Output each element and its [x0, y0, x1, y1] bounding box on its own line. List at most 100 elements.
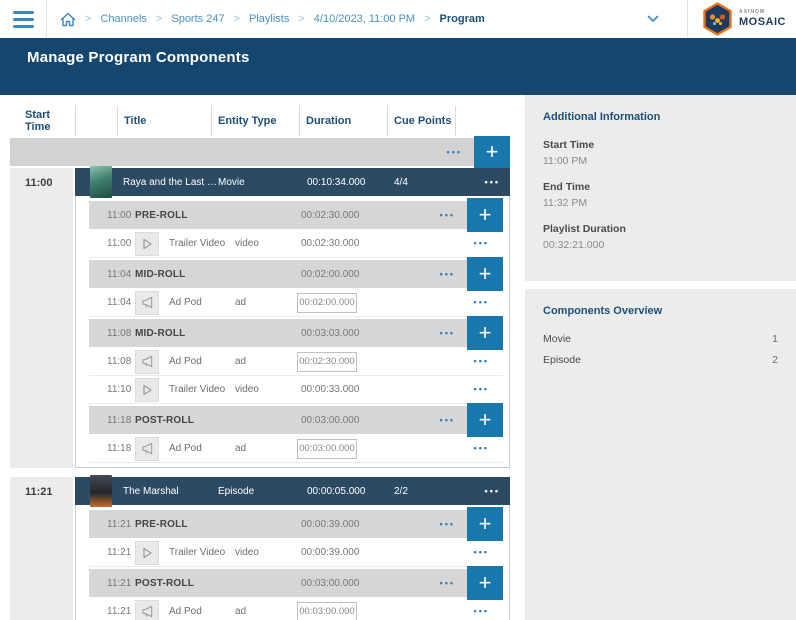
add-component-button[interactable]: + [467, 257, 503, 291]
field-value: 00:32:21.000 [543, 239, 778, 251]
time-label: 11:21 [107, 519, 135, 530]
program-row[interactable]: The MarshalEpisode00:00:05.0002/2••• [75, 477, 510, 505]
components-overview-section: Components Overview Movie1Episode2 [525, 289, 796, 620]
group-more-actions-button[interactable]: ••• [438, 412, 457, 429]
field-label: End Time [543, 181, 778, 193]
add-component-button[interactable]: + [467, 316, 503, 350]
duration-input[interactable] [297, 352, 357, 372]
megaphone-ad-icon [135, 291, 159, 315]
ellipsis-icon: ••• [440, 415, 455, 425]
page-title-bar: Manage Program Components [0, 38, 796, 95]
table-header-row: Start TimeTitleEntity TypeDurationCue Po… [10, 106, 510, 136]
item-more-actions-button[interactable]: ••• [472, 381, 491, 398]
ellipsis-icon: ••• [440, 578, 455, 588]
add-component-button[interactable]: + [467, 507, 503, 541]
group-more-actions-button[interactable]: ••• [438, 516, 457, 533]
item-title: Ad Pod [169, 443, 225, 454]
ellipsis-icon: ••• [440, 210, 455, 220]
time-label: 11:04 [107, 269, 135, 280]
item-duration-cell: 00:00:33.000 [301, 384, 381, 395]
component-item-row[interactable]: 11:18Ad Podad••• [89, 435, 503, 463]
additional-info-section: Additional Information Start Time11:00 P… [525, 95, 796, 281]
component-item-row[interactable]: 11:08Ad Podad••• [89, 348, 503, 376]
breadcrumb-separator: > [424, 13, 430, 25]
item-entity-type: ad [235, 606, 301, 617]
group-more-actions-button[interactable]: ••• [438, 207, 457, 224]
component-group-row[interactable]: 11:08MID-ROLL00:03:03.000•••+ [89, 319, 503, 347]
add-component-button[interactable]: + [467, 403, 503, 437]
component-item-row[interactable]: 11:04Ad Podad••• [89, 289, 503, 317]
component-group-row[interactable]: 11:00PRE-ROLL00:02:30.000•••+ [89, 201, 503, 229]
user-menu-chevron-button[interactable] [619, 15, 687, 23]
item-more-actions-button[interactable]: ••• [472, 544, 491, 561]
breadcrumb-item-4-10-2023-11-00-pm[interactable]: 4/10/2023, 11:00 PM [314, 13, 415, 25]
component-group-row[interactable]: 11:21PRE-ROLL00:00:39.000•••+ [89, 510, 503, 538]
ellipsis-icon: ••• [485, 177, 500, 187]
component-group-row[interactable]: 11:18POST-ROLL00:03:00.000•••+ [89, 406, 503, 434]
duration-input[interactable] [297, 602, 357, 620]
item-more-actions-button[interactable]: ••• [472, 294, 491, 311]
home-link[interactable] [60, 12, 76, 27]
time-label: 11:21 [107, 606, 135, 617]
component-item-row[interactable]: 11:00 Trailer Video video00:02:30.000 ••• [89, 230, 503, 258]
column-header-start-time: Start Time [10, 106, 75, 136]
column-header-title: Title [117, 106, 211, 136]
item-duration-cell: 00:02:30.000 [301, 238, 381, 249]
ellipsis-icon: ••• [485, 486, 500, 496]
playlist-more-actions-button[interactable]: ••• [445, 144, 464, 161]
group-duration: 00:02:00.000 [301, 269, 381, 280]
component-group-row[interactable]: 11:21POST-ROLL00:03:00.000•••+ [89, 569, 503, 597]
info-field: Start Time11:00 PM [543, 139, 778, 167]
time-label: 11:08 [107, 356, 135, 367]
program-more-actions-button[interactable]: ••• [483, 174, 502, 191]
item-more-actions-button[interactable]: ••• [472, 603, 491, 620]
section-heading: Components Overview [543, 305, 778, 317]
breadcrumb-separator: > [85, 13, 91, 25]
item-duration-cell [301, 439, 381, 459]
group-more-actions-button[interactable]: ••• [438, 266, 457, 283]
hamburger-menu-button[interactable] [0, 0, 46, 38]
breadcrumb-item-playlists[interactable]: Playlists [249, 13, 289, 25]
program-title: Raya and the Last Dr... [123, 177, 218, 188]
ellipsis-icon: ••• [440, 269, 455, 279]
component-item-row[interactable]: 11:10Trailer Videovideo00:00:33.000••• [89, 376, 503, 404]
program-entity-type: Movie [218, 177, 307, 188]
item-duration-cell [301, 602, 381, 620]
brand-logo: AXINOM MOSAIC [688, 2, 796, 36]
field-value: 11:32 PM [543, 197, 778, 209]
item-more-actions-button[interactable]: ••• [472, 353, 491, 370]
time-label: 11:00 [107, 238, 135, 249]
component-item-row[interactable]: 11:21 Ad Pod ad ••• [89, 598, 503, 620]
playlist-toolbar-row: ••• + [10, 138, 510, 166]
item-entity-type: video [235, 238, 301, 249]
column-header-entity-type: Entity Type [211, 106, 299, 136]
component-group-row[interactable]: 11:04MID-ROLL00:02:00.000 ••• + [89, 260, 503, 288]
program-group-body: Raya and the Last Dr...Movie00:10:34.000… [75, 168, 510, 468]
breadcrumb-item-channels[interactable]: Channels [100, 13, 146, 25]
item-title: Ad Pod [169, 606, 225, 617]
breadcrumb-item-sports-247[interactable]: Sports 247 [171, 13, 224, 25]
group-more-actions-button[interactable]: ••• [438, 575, 457, 592]
group-label: MID-ROLL [135, 269, 301, 280]
ellipsis-icon: ••• [440, 519, 455, 529]
add-component-button[interactable]: + [467, 566, 503, 600]
item-more-actions-button[interactable]: ••• [472, 440, 491, 457]
program-more-actions-button[interactable]: ••• [483, 483, 502, 500]
chevron-down-icon [647, 15, 659, 23]
item-more-actions-button[interactable]: ••• [472, 235, 491, 252]
hexagon-logo-icon [702, 2, 733, 36]
add-program-button[interactable]: + [474, 136, 510, 168]
item-entity-type: video [235, 384, 301, 395]
group-duration: 00:02:30.000 [301, 210, 381, 221]
component-item-row[interactable]: 11:21Trailer Videovideo00:00:39.000••• [89, 539, 503, 567]
program-group: 11:00 Raya and the Last Dr...Movie00:10:3… [10, 168, 510, 468]
group-more-actions-button[interactable]: ••• [438, 325, 457, 342]
program-row[interactable]: Raya and the Last Dr...Movie00:10:34.000… [75, 168, 510, 196]
field-label: Playlist Duration [543, 223, 778, 235]
item-title: Trailer Video [169, 238, 225, 249]
plus-icon: + [479, 513, 492, 535]
duration-input[interactable] [297, 439, 357, 459]
add-component-button[interactable]: + [467, 198, 503, 232]
duration-input[interactable] [297, 293, 357, 313]
top-header-bar: >Channels>Sports 247>Playlists>4/10/2023… [0, 0, 796, 38]
